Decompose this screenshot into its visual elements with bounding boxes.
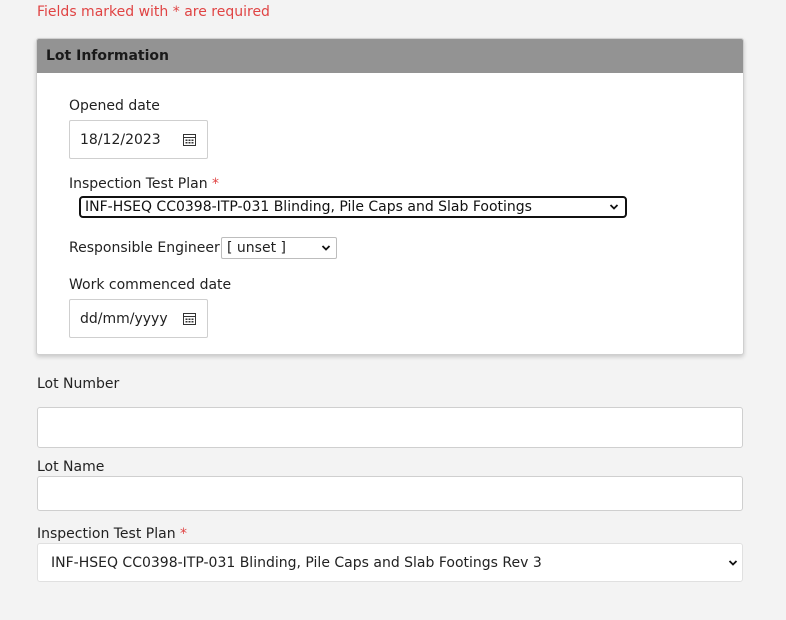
itp-select[interactable]: INF-HSEQ CC0398-ITP-031 Blinding, Pile C… (79, 196, 627, 218)
itp-select-value: INF-HSEQ CC0398-ITP-031 Blinding, Pile C… (85, 199, 532, 215)
chevron-down-icon (728, 560, 738, 566)
itp-label-text: Inspection Test Plan (69, 176, 208, 192)
lot-name-label: Lot Name (37, 459, 105, 475)
main-itp-label-text: Inspection Test Plan (37, 526, 176, 542)
lot-number-input[interactable] (37, 407, 743, 448)
chevron-down-icon (609, 204, 619, 210)
responsible-engineer-select[interactable]: [ unset ] (221, 237, 337, 259)
opened-date-value: 18/12/2023 (80, 131, 161, 148)
main-itp-select[interactable]: INF-HSEQ CC0398-ITP-031 Blinding, Pile C… (37, 543, 743, 582)
calendar-icon[interactable] (183, 312, 196, 325)
work-commenced-date-input[interactable]: dd/mm/yyyy (69, 299, 208, 338)
required-marker: * (212, 176, 220, 192)
opened-date-input[interactable]: 18/12/2023 (69, 120, 208, 159)
itp-label: Inspection Test Plan * (69, 176, 219, 192)
chevron-down-icon (321, 245, 331, 251)
responsible-engineer-label: Responsible Engineer * (69, 240, 231, 256)
panel-title: Lot Information (37, 39, 743, 73)
responsible-engineer-value: [ unset ] (227, 240, 286, 256)
lot-name-input[interactable] (37, 476, 743, 511)
lot-information-panel: Lot Information Opened date 18/12/2023 I… (36, 38, 744, 355)
main-itp-select-value: INF-HSEQ CC0398-ITP-031 Blinding, Pile C… (51, 554, 542, 571)
main-itp-label: Inspection Test Plan * (37, 526, 187, 542)
work-commenced-date-placeholder: dd/mm/yyyy (80, 310, 168, 327)
responsible-engineer-label-text: Responsible Engineer (69, 240, 220, 256)
opened-date-label: Opened date (69, 98, 160, 114)
lot-number-label: Lot Number (37, 376, 120, 392)
work-commenced-date-label: Work commenced date (69, 277, 232, 293)
required-fields-note: Fields marked with * are required (37, 4, 270, 20)
required-marker: * (180, 526, 188, 542)
calendar-icon[interactable] (183, 133, 196, 146)
